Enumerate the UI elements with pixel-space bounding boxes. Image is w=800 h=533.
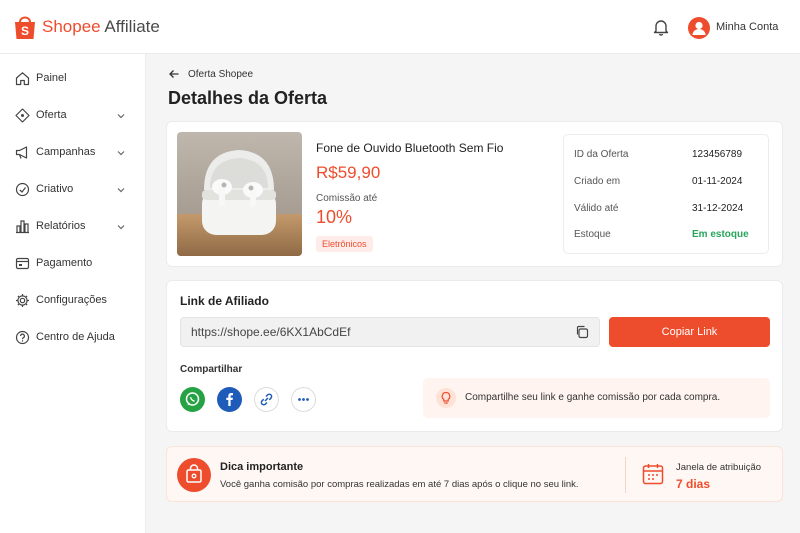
sidebar-item-label: Configurações	[36, 294, 107, 306]
share-copy-link-button[interactable]	[254, 387, 279, 412]
wallet-icon	[15, 257, 30, 270]
facebook-icon	[226, 393, 233, 406]
divider	[625, 457, 626, 493]
tag-icon	[15, 108, 30, 123]
chevron-down-icon	[117, 188, 125, 193]
shopee-bag-icon: S	[15, 16, 35, 39]
brand-logo[interactable]: S Shopee Affiliate	[14, 14, 160, 40]
offer-info-row: Estoque Em estoque	[574, 229, 764, 243]
help-icon	[15, 330, 30, 345]
sidebar-item-label: Painel	[36, 72, 67, 84]
product-name: Fone de Ouvido Bluetooth Sem Fio	[316, 141, 504, 155]
share-facebook-button[interactable]	[217, 387, 242, 412]
tip-description: Você ganha comisão por compras realizada…	[220, 479, 579, 490]
info-value: 31-12-2024	[692, 203, 744, 214]
info-value: 01-11-2024	[692, 176, 743, 187]
sidebar-item-criativo[interactable]: Criativo	[0, 176, 146, 204]
link-icon	[260, 393, 273, 406]
page-title: Detalhes da Oferta	[168, 88, 328, 108]
brand-suffix: Affiliate	[104, 17, 160, 36]
brand-name: Shopee	[42, 17, 101, 36]
share-label: Compartilhar	[180, 364, 243, 375]
section-title: Link de Afiliado	[180, 294, 269, 308]
info-key: ID da Oferta	[574, 149, 629, 160]
sidebar-item-label: Criativo	[36, 183, 74, 195]
share-tip-banner: Compartilhe seu link e ganhe comissão po…	[423, 378, 770, 418]
sidebar-item-campanhas[interactable]: Campanhas	[0, 139, 146, 167]
info-key: Criado em	[574, 176, 621, 187]
sidebar-item-pagamento[interactable]: Pagamento	[0, 250, 146, 278]
bar-chart-icon	[16, 220, 29, 234]
megaphone-icon	[15, 146, 28, 159]
svg-text:S: S	[21, 24, 29, 38]
sidebar-item-painel[interactable]: Painel	[0, 65, 146, 93]
shopping-bag-icon	[177, 458, 211, 492]
sidebar-item-label: Pagamento	[36, 257, 93, 269]
gear-icon	[16, 294, 29, 307]
product-image	[177, 132, 302, 256]
palette-icon	[15, 182, 30, 197]
sidebar-item-configuracoes[interactable]: Configurações	[0, 287, 146, 315]
product-price: R$59,90	[316, 163, 381, 182]
sidebar-item-oferta[interactable]: Oferta	[0, 102, 146, 130]
category-badge: Eletrônicos	[316, 236, 373, 252]
share-whatsapp-button[interactable]	[180, 387, 205, 412]
sidebar-item-relatorios[interactable]: Relatórios	[0, 213, 146, 241]
commission-value: 10%	[316, 207, 353, 227]
chevron-down-icon	[117, 114, 125, 119]
account-menu-label[interactable]: Minha Conta	[716, 21, 778, 33]
breadcrumb[interactable]: Oferta Shopee	[168, 68, 253, 80]
attribution-window-label: Janela de atribuição	[676, 462, 762, 473]
important-tip-card: Dica importante Você ganha comisão por c…	[166, 446, 783, 502]
more-icon	[298, 398, 309, 401]
breadcrumb-label: Oferta Shopee	[188, 68, 254, 80]
share-tip-text: Compartilhe seu link e ganhe comissão po…	[465, 392, 721, 403]
chevron-down-icon	[117, 225, 125, 230]
avatar[interactable]	[688, 17, 710, 39]
whatsapp-icon	[185, 392, 200, 406]
attribution-window-value: 7 dias	[676, 477, 711, 491]
user-icon	[692, 21, 706, 35]
bell-icon[interactable]	[652, 18, 670, 36]
offer-info-panel: ID da Oferta 123456789 Criado em 01-11-2…	[563, 134, 769, 254]
info-key: Estoque	[574, 229, 611, 240]
sidebar-item-centro-de-ajuda[interactable]: Centro de Ajuda	[0, 324, 146, 352]
commission-label: Comissão até	[316, 193, 378, 204]
info-key: Válido até	[574, 203, 619, 214]
affiliate-link-field[interactable]	[180, 317, 600, 347]
product-card: Fone de Ouvido Bluetooth Sem Fio R$59,90…	[166, 121, 783, 267]
tip-title: Dica importante	[220, 461, 304, 473]
sidebar-item-label: Oferta	[36, 109, 67, 121]
arrow-left-icon	[169, 70, 179, 78]
stock-status: Em estoque	[692, 229, 749, 240]
sidebar-item-label: Centro de Ajuda	[36, 331, 115, 343]
info-value: 123456789	[692, 149, 743, 160]
offer-info-row: Válido até 31-12-2024	[574, 203, 764, 217]
sidebar: Painel Oferta Campanhas Criativo Relatór…	[0, 54, 146, 533]
share-more-button[interactable]	[291, 387, 316, 412]
affiliate-link-card: Link de Afiliado Copiar Link Compartilha…	[166, 280, 783, 432]
copy-icon[interactable]	[575, 325, 589, 339]
offer-info-row: Criado em 01-11-2024	[574, 176, 764, 190]
copy-link-button[interactable]: Copiar Link	[609, 317, 770, 347]
lightbulb-icon	[436, 388, 456, 408]
home-icon	[15, 72, 30, 86]
sidebar-item-label: Relatórios	[36, 220, 86, 232]
chevron-down-icon	[117, 151, 125, 156]
earbuds-image	[177, 132, 302, 256]
calendar-icon	[642, 464, 664, 485]
sidebar-item-label: Campanhas	[36, 146, 96, 158]
offer-info-row: ID da Oferta 123456789	[574, 149, 764, 163]
top-header: S Shopee Affiliate Minha Conta	[0, 0, 800, 54]
